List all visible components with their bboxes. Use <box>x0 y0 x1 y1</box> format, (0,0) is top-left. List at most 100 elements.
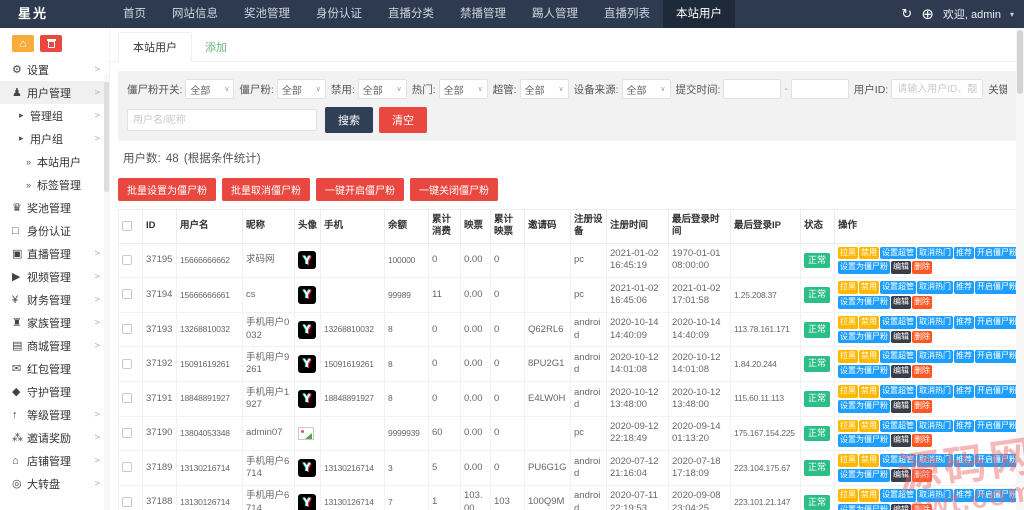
row-action-button[interactable]: 设置为僵尸粉 <box>838 400 890 413</box>
row-action-button[interactable]: 推荐 <box>954 489 974 502</box>
row-action-button[interactable]: 禁用 <box>859 420 879 433</box>
row-action-button[interactable]: 取消热门 <box>917 420 953 433</box>
row-action-button[interactable]: 取消热门 <box>917 281 953 294</box>
filter-select[interactable]: 全部 ∨ <box>185 79 234 99</box>
add-tab-link[interactable]: 添加 <box>192 33 240 61</box>
row-action-button[interactable]: 推荐 <box>954 247 974 260</box>
welcome-user-text[interactable]: 欢迎, admin <box>943 6 1001 22</box>
sidebar-item[interactable]: ✉ 红包管理 <box>0 357 109 380</box>
nav-item[interactable]: 踢人管理 <box>519 0 591 28</box>
row-action-button[interactable]: 拉黑 <box>838 489 858 502</box>
row-action-button[interactable]: 删除 <box>912 296 932 309</box>
search-button[interactable]: 搜索 <box>325 107 373 133</box>
select-all-checkbox[interactable] <box>122 221 132 231</box>
user-avatar-icon[interactable]: ⊕ <box>921 5 934 23</box>
row-action-button[interactable]: 编辑 <box>891 261 911 274</box>
filter-select[interactable]: 全部 ∨ <box>277 79 326 99</box>
row-action-button[interactable]: 推荐 <box>954 420 974 433</box>
row-action-button[interactable]: 取消热门 <box>917 316 953 329</box>
row-action-button[interactable]: 编辑 <box>891 400 911 413</box>
sidebar-item[interactable]: ⚙ 设置 > <box>0 58 109 81</box>
nav-item[interactable]: 直播分类 <box>375 0 447 28</box>
row-action-button[interactable]: 取消热门 <box>917 454 953 467</box>
refresh-icon[interactable]: ↻ <box>901 6 912 22</box>
row-action-button[interactable]: 禁用 <box>859 350 879 363</box>
row-action-button[interactable]: 编辑 <box>891 469 911 482</box>
sidebar-item[interactable]: ♟ 用户管理 > <box>0 81 109 104</box>
row-action-button[interactable]: 删除 <box>912 261 932 274</box>
row-action-button[interactable]: 禁用 <box>859 454 879 467</box>
row-action-button[interactable]: 拉黑 <box>838 316 858 329</box>
row-action-button[interactable]: 推荐 <box>954 350 974 363</box>
row-action-button[interactable]: 编辑 <box>891 434 911 447</box>
nav-item[interactable]: 身份认证 <box>303 0 375 28</box>
row-action-button[interactable]: 设置超管 <box>880 420 916 433</box>
row-action-button[interactable]: 设置为僵尸粉 <box>838 331 890 344</box>
row-action-button[interactable]: 设置超管 <box>880 316 916 329</box>
clear-button[interactable]: 清空 <box>379 107 427 133</box>
row-action-button[interactable]: 开启僵尸粉 <box>975 489 1019 502</box>
filter-select[interactable]: 全部 ∨ <box>622 79 671 99</box>
sidebar-item[interactable]: ♜ 家族管理 > <box>0 311 109 334</box>
row-action-button[interactable]: 推荐 <box>954 385 974 398</box>
sidebar-item[interactable]: ▣ 直播管理 > <box>0 242 109 265</box>
row-action-button[interactable]: 设置为僵尸粉 <box>838 296 890 309</box>
sidebar-item[interactable]: » 本站用户 <box>0 150 109 173</box>
sidebar-item[interactable]: ◎ 大转盘 > <box>0 472 109 495</box>
row-action-button[interactable]: 取消热门 <box>917 247 953 260</box>
row-action-button[interactable]: 禁用 <box>859 281 879 294</box>
row-action-button[interactable]: 禁用 <box>859 385 879 398</box>
nav-item[interactable]: 本站用户 <box>663 0 735 28</box>
row-checkbox[interactable] <box>122 462 132 472</box>
sidebar-item[interactable]: ↑ 等级管理 > <box>0 403 109 426</box>
row-action-button[interactable]: 设置超管 <box>880 350 916 363</box>
row-action-button[interactable]: 设置为僵尸粉 <box>838 469 890 482</box>
sidebar-item[interactable]: ⁂ 邀请奖励 > <box>0 426 109 449</box>
row-action-button[interactable]: 设置为僵尸粉 <box>838 365 890 378</box>
sidebar-item[interactable]: ▸ 管理组 > <box>0 104 109 127</box>
home-button[interactable]: ⌂ <box>12 35 34 52</box>
row-action-button[interactable]: 设置超管 <box>880 489 916 502</box>
tab-site-users[interactable]: 本站用户 <box>118 32 192 62</box>
bulk-action-button[interactable]: 一键开启僵尸粉 <box>316 178 404 201</box>
row-action-button[interactable]: 删除 <box>912 469 932 482</box>
bulk-action-button[interactable]: 批量取消僵尸粉 <box>222 178 310 201</box>
row-action-button[interactable]: 拉黑 <box>838 247 858 260</box>
row-action-button[interactable]: 编辑 <box>891 504 911 510</box>
row-action-button[interactable]: 禁用 <box>859 489 879 502</box>
page-scrollbar-thumb[interactable] <box>1017 30 1023 94</box>
bulk-action-button[interactable]: 批量设置为僵尸粉 <box>118 178 216 201</box>
row-action-button[interactable]: 拉黑 <box>838 281 858 294</box>
nav-item[interactable]: 禁播管理 <box>447 0 519 28</box>
row-action-button[interactable]: 删除 <box>912 365 932 378</box>
row-checkbox[interactable] <box>122 324 132 334</box>
clear-cache-button[interactable] <box>40 35 62 52</box>
sidebar-item[interactable]: □ 身份认证 <box>0 219 109 242</box>
row-checkbox[interactable] <box>122 255 132 265</box>
time-from-input[interactable] <box>723 79 781 99</box>
bulk-action-button[interactable]: 一键关闭僵尸粉 <box>410 178 498 201</box>
row-action-button[interactable]: 拉黑 <box>838 420 858 433</box>
page-scrollbar[interactable] <box>1016 28 1024 510</box>
row-action-button[interactable]: 推荐 <box>954 454 974 467</box>
sidebar-item[interactable]: ◆ 守护管理 <box>0 380 109 403</box>
nav-item[interactable]: 首页 <box>110 0 159 28</box>
row-action-button[interactable]: 删除 <box>912 504 932 510</box>
sidebar-item[interactable]: ▤ 商城管理 > <box>0 334 109 357</box>
row-checkbox[interactable] <box>122 289 132 299</box>
row-action-button[interactable]: 拉黑 <box>838 350 858 363</box>
row-action-button[interactable]: 设置超管 <box>880 247 916 260</box>
row-action-button[interactable]: 拉黑 <box>838 454 858 467</box>
sidebar-scrollbar[interactable] <box>104 74 109 510</box>
userid-input[interactable] <box>891 79 983 99</box>
time-to-input[interactable] <box>791 79 849 99</box>
row-action-button[interactable]: 开启僵尸粉 <box>975 316 1019 329</box>
row-action-button[interactable]: 编辑 <box>891 296 911 309</box>
row-action-button[interactable]: 开启僵尸粉 <box>975 350 1019 363</box>
row-action-button[interactable]: 取消热门 <box>917 489 953 502</box>
row-action-button[interactable]: 删除 <box>912 331 932 344</box>
row-action-button[interactable]: 设置超管 <box>880 385 916 398</box>
row-action-button[interactable]: 设置为僵尸粉 <box>838 261 890 274</box>
name-search-input[interactable] <box>127 109 317 131</box>
sidebar-item[interactable]: ¥ 财务管理 > <box>0 288 109 311</box>
